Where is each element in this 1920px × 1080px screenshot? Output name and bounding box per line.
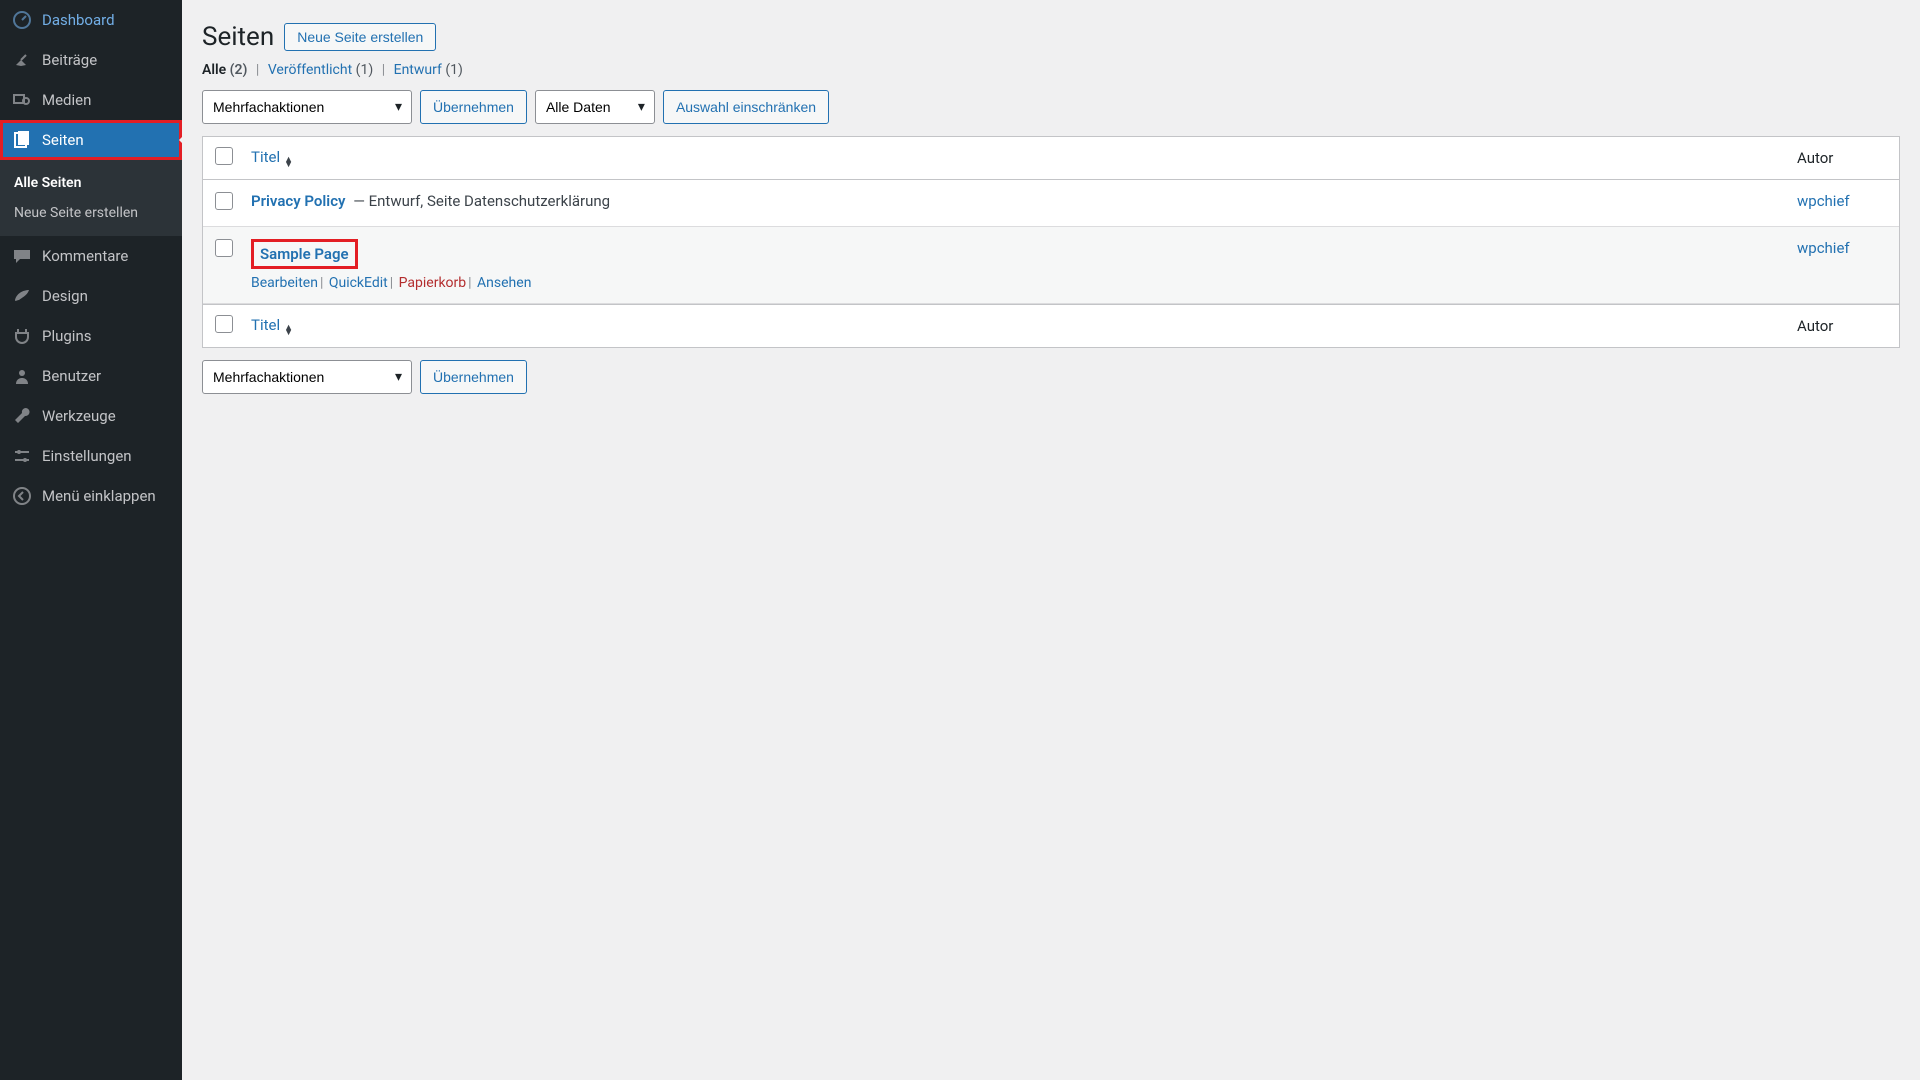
- col-author: Autor: [1797, 149, 1887, 167]
- col-title[interactable]: Titel: [251, 316, 280, 334]
- sidebar-item-dashboard[interactable]: Dashboard: [0, 0, 182, 40]
- sidebar-item-media[interactable]: Medien: [0, 80, 182, 120]
- select-all-checkbox[interactable]: [215, 147, 233, 165]
- sort-icon: ▲▼: [284, 158, 293, 168]
- row-status-suffix: — Entwurf, Seite Datenschutzerklärung: [349, 192, 610, 210]
- main-content: Seiten Neue Seite erstellen Alle (2) | V…: [182, 0, 1920, 1080]
- sidebar-label: Seiten: [42, 131, 84, 149]
- plug-icon: [12, 326, 32, 346]
- col-author: Autor: [1797, 317, 1887, 335]
- filter-draft[interactable]: Entwurf (1): [394, 62, 463, 78]
- filter-button[interactable]: Auswahl einschränken: [663, 90, 829, 124]
- select-all-checkbox-bottom[interactable]: [215, 315, 233, 333]
- table-row: Privacy Policy — Entwurf, Seite Datensch…: [203, 180, 1899, 227]
- status-filters: Alle (2) | Veröffentlicht (1) | Entwurf …: [202, 62, 1900, 78]
- sidebar-item-tools[interactable]: Werkzeuge: [0, 396, 182, 436]
- author-link[interactable]: wpchief: [1797, 192, 1850, 210]
- sidebar-item-plugins[interactable]: Plugins: [0, 316, 182, 356]
- filter-all[interactable]: Alle (2): [202, 62, 247, 78]
- sidebar-item-settings[interactable]: Einstellungen: [0, 436, 182, 476]
- new-page-button[interactable]: Neue Seite erstellen: [284, 23, 436, 51]
- sidebar-label: Werkzeuge: [42, 407, 116, 425]
- pages-submenu: Alle Seiten Neue Seite erstellen: [0, 160, 182, 236]
- pages-icon: [12, 130, 32, 150]
- dashboard-icon: [12, 10, 32, 30]
- brush-icon: [12, 286, 32, 306]
- sidebar-item-posts[interactable]: Beiträge: [0, 40, 182, 80]
- sidebar-item-pages[interactable]: Seiten: [0, 120, 182, 160]
- sidebar-collapse[interactable]: Menü einklappen: [0, 476, 182, 516]
- sidebar-label: Benutzer: [42, 367, 101, 385]
- comment-icon: [12, 246, 32, 266]
- row-actions: Bearbeiten| QuickEdit| Papierkorb| Anseh…: [251, 275, 1797, 291]
- row-title-link[interactable]: Privacy Policy: [251, 192, 345, 210]
- sidebar-item-comments[interactable]: Kommentare: [0, 236, 182, 276]
- sidebar-label: Einstellungen: [42, 447, 132, 465]
- sliders-icon: [12, 446, 32, 466]
- apply-button-bottom[interactable]: Übernehmen: [420, 360, 527, 394]
- admin-sidebar: Dashboard Beiträge Medien Seiten Alle Se…: [0, 0, 182, 1080]
- author-link[interactable]: wpchief: [1797, 239, 1850, 257]
- wrench-icon: [12, 406, 32, 426]
- action-quickedit[interactable]: QuickEdit: [329, 275, 388, 291]
- bulk-action-select-bottom[interactable]: Mehrfachaktionen: [202, 360, 412, 394]
- sidebar-item-users[interactable]: Benutzer: [0, 356, 182, 396]
- submenu-all-pages[interactable]: Alle Seiten: [0, 168, 182, 198]
- col-title[interactable]: Titel: [251, 148, 280, 166]
- action-view[interactable]: Ansehen: [477, 275, 531, 291]
- collapse-icon: [12, 486, 32, 506]
- user-icon: [12, 366, 32, 386]
- sidebar-label: Design: [42, 287, 88, 305]
- row-checkbox[interactable]: [215, 239, 233, 257]
- media-icon: [12, 90, 32, 110]
- row-checkbox[interactable]: [215, 192, 233, 210]
- sidebar-label: Dashboard: [42, 11, 115, 29]
- filter-published[interactable]: Veröffentlicht (1): [268, 62, 373, 78]
- sidebar-label: Beiträge: [42, 51, 97, 69]
- date-filter-select[interactable]: Alle Daten: [535, 90, 655, 124]
- submenu-new-page[interactable]: Neue Seite erstellen: [0, 198, 182, 228]
- bulk-action-select[interactable]: Mehrfachaktionen: [202, 90, 412, 124]
- sidebar-label: Menü einklappen: [42, 487, 156, 505]
- apply-button[interactable]: Übernehmen: [420, 90, 527, 124]
- sidebar-label: Plugins: [42, 327, 91, 345]
- action-edit[interactable]: Bearbeiten: [251, 275, 318, 291]
- row-title-link[interactable]: Sample Page: [251, 239, 358, 269]
- action-trash[interactable]: Papierkorb: [399, 275, 467, 291]
- sidebar-label: Kommentare: [42, 247, 128, 265]
- sort-icon: ▲▼: [284, 326, 293, 336]
- sidebar-label: Medien: [42, 91, 91, 109]
- pages-table: Titel ▲▼ Autor Privacy Policy — Entwurf, …: [202, 136, 1900, 348]
- page-title: Seiten: [202, 22, 274, 52]
- sidebar-item-appearance[interactable]: Design: [0, 276, 182, 316]
- table-row: Sample Page Bearbeiten| QuickEdit| Papie…: [203, 227, 1899, 304]
- pin-icon: [12, 50, 32, 70]
